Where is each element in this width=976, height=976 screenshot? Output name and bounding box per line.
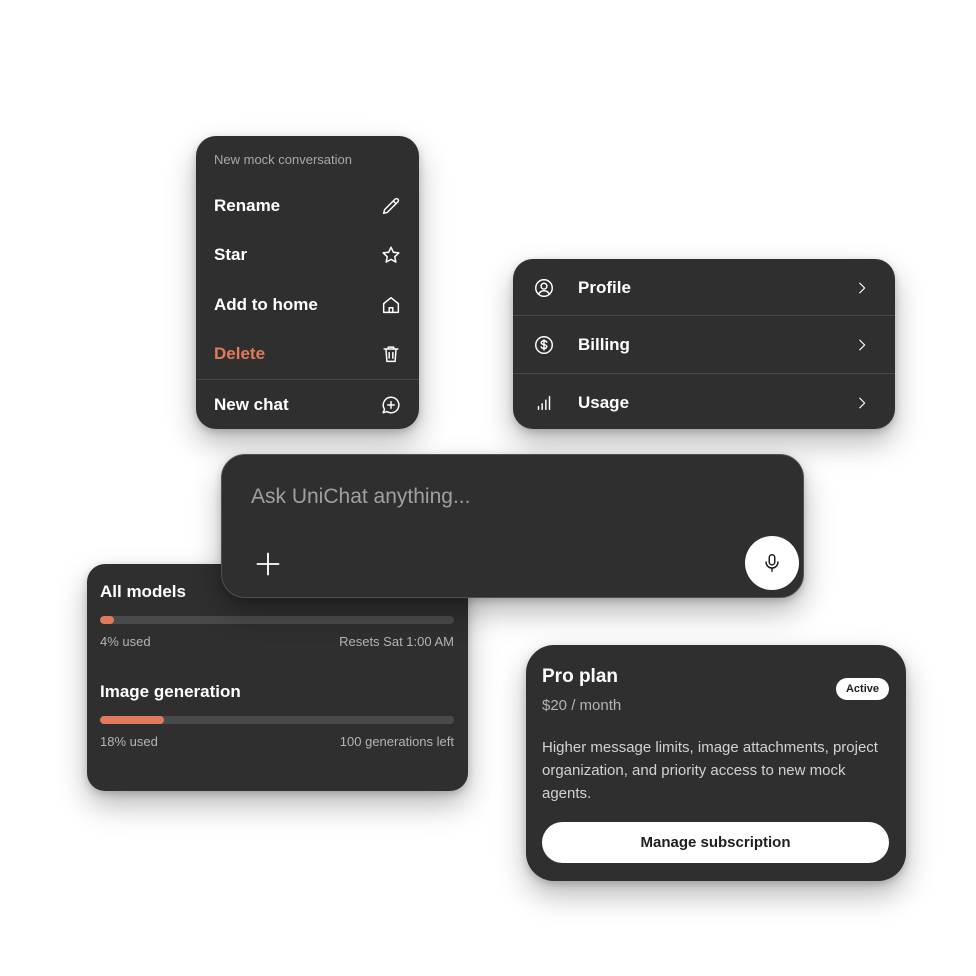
account-menu-label: Profile <box>578 277 631 297</box>
composer-input[interactable]: Ask UniChat anything... <box>251 485 470 509</box>
account-menu-profile[interactable]: Profile <box>513 259 895 316</box>
account-menu-label: Usage <box>578 392 630 412</box>
chat-composer[interactable]: Ask UniChat anything... <box>221 454 804 598</box>
menu-divider <box>196 379 419 380</box>
plan-title: Pro plan <box>542 666 619 687</box>
user-circle-icon <box>535 278 553 297</box>
menu-item-star[interactable]: Star <box>196 235 419 275</box>
usage-used-label: 18% used <box>100 734 158 749</box>
manage-subscription-button[interactable]: Manage subscription <box>542 822 889 863</box>
chat-plus-icon <box>382 396 400 414</box>
menu-item-label: New chat <box>214 395 289 414</box>
usage-meta: 18% used 100 generations left <box>100 734 454 749</box>
menu-title: New mock conversation <box>214 152 352 167</box>
menu-item-label: Star <box>214 245 248 264</box>
dollar-circle-icon <box>535 335 553 354</box>
plan-price: $20 / month <box>542 697 622 714</box>
menu-item-label: Add to home <box>214 295 318 314</box>
conversation-context-menu: New mock conversation Rename Star Add to… <box>196 136 419 429</box>
microphone-button[interactable] <box>745 536 799 590</box>
usage-progress-track <box>100 616 454 624</box>
home-icon <box>382 296 400 314</box>
usage-progress-fill <box>100 616 115 624</box>
account-menu-usage[interactable]: Usage <box>513 374 895 431</box>
microphone-icon <box>765 554 779 572</box>
plus-icon[interactable] <box>254 550 282 578</box>
pencil-icon <box>382 197 400 215</box>
menu-item-label: Rename <box>214 196 281 215</box>
chevron-right-icon <box>859 397 866 408</box>
menu-item-label: Delete <box>214 344 266 363</box>
usage-card: All models 4% used Resets Sat 1:00 AM Im… <box>87 564 468 791</box>
usage-remaining-label: 100 generations left <box>339 734 454 749</box>
chevron-right-icon <box>859 282 866 293</box>
plan-description: Higher message limits, image attachments… <box>542 739 878 802</box>
menu-item-rename[interactable]: Rename <box>196 186 419 226</box>
account-menu-billing[interactable]: Billing <box>513 316 895 373</box>
usage-section-title: All models <box>100 582 186 601</box>
bar-chart-icon <box>537 395 551 410</box>
status-badge: Active <box>835 678 889 700</box>
usage-progress-fill <box>100 716 164 724</box>
usage-used-label: 4% used <box>100 634 151 649</box>
menu-item-add-to-home[interactable]: Add to home <box>196 285 419 325</box>
chevron-right-icon <box>859 339 866 350</box>
menu-item-new-chat[interactable]: New chat <box>196 385 419 425</box>
menu-item-delete[interactable]: Delete <box>196 334 419 374</box>
usage-progress-track <box>100 716 454 724</box>
account-menu-label: Billing <box>578 334 630 354</box>
trash-icon <box>383 346 399 363</box>
star-icon <box>382 246 400 263</box>
plan-card: Pro plan $20 / month Active Higher messa… <box>526 645 906 881</box>
account-menu: Profile Billing Usage <box>513 259 895 429</box>
usage-section-title: Image generation <box>100 682 241 701</box>
usage-reset-label: Resets Sat 1:00 AM <box>339 634 454 649</box>
usage-meta: 4% used Resets Sat 1:00 AM <box>100 634 454 649</box>
